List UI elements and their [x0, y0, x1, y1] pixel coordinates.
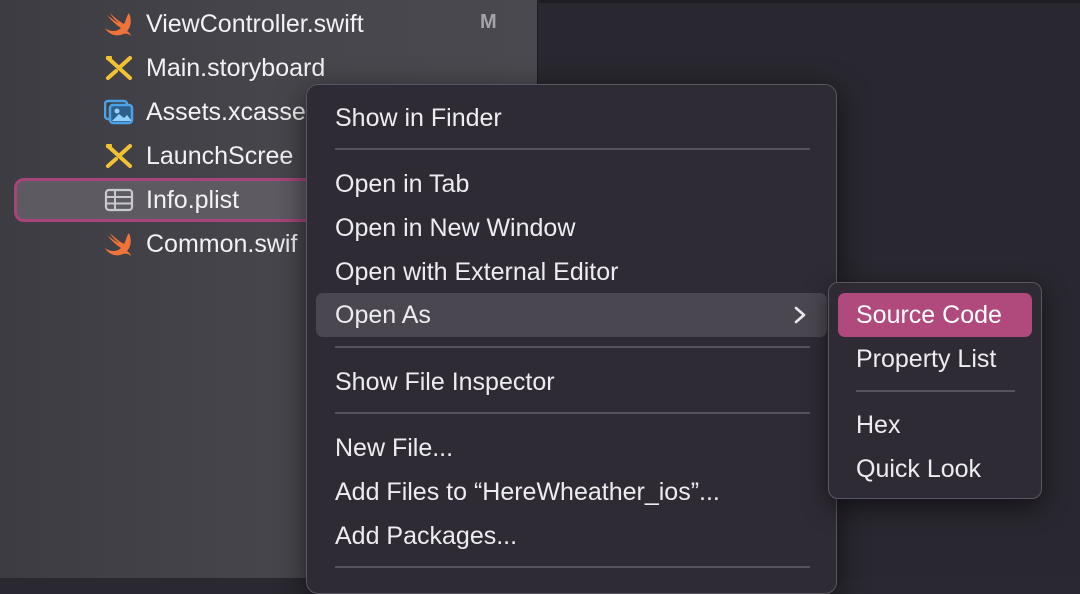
menu-separator [335, 566, 810, 568]
submenu-separator [856, 390, 1015, 392]
file-name: Assets.xcasse [146, 98, 306, 126]
menu-item-show-file-inspector[interactable]: Show File Inspector [316, 360, 827, 404]
menu-item-new-file[interactable]: New File... [316, 426, 827, 470]
menu-item-add-packages[interactable]: Add Packages... [316, 514, 827, 558]
file-name: Main.storyboard [146, 54, 326, 82]
menu-item-label: Open with External Editor [335, 258, 619, 286]
submenu-item-label: Source Code [856, 301, 1002, 329]
menu-item-label: Show File Inspector [335, 368, 555, 396]
menu-separator [335, 148, 810, 150]
menu-item-label: Open in Tab [335, 170, 470, 198]
file-name: Common.swif [146, 230, 298, 258]
asset-catalog-icon [104, 99, 134, 125]
swift-file-icon [105, 13, 131, 36]
menu-item-open-in-new-window[interactable]: Open in New Window [316, 206, 827, 250]
menu-item-label: Add Files to “HereWheather_ios”... [335, 478, 720, 506]
file-name: ViewController.swift [146, 10, 364, 38]
plist-file-icon [104, 188, 134, 212]
menu-item-add-files[interactable]: Add Files to “HereWheather_ios”... [316, 470, 827, 514]
file-name: Info.plist [146, 186, 240, 214]
chevron-right-icon [794, 306, 806, 324]
submenu-item-source-code[interactable]: Source Code [838, 293, 1032, 337]
menu-item-open-in-tab[interactable]: Open in Tab [316, 162, 827, 206]
storyboard-file-icon [106, 144, 132, 168]
submenu-item-label: Quick Look [856, 455, 982, 483]
submenu-item-property-list[interactable]: Property List [838, 337, 1032, 381]
menu-item-label: Add Packages... [335, 522, 518, 550]
menu-separator [335, 412, 810, 414]
file-row-viewcontroller[interactable]: ViewController.swift M [14, 2, 534, 46]
menu-item-open-as[interactable]: Open As [316, 293, 827, 337]
menu-separator [335, 346, 810, 348]
menu-item-open-with-external-editor[interactable]: Open with External Editor [316, 250, 827, 294]
menu-item-label: Open As [335, 301, 431, 329]
file-name: LaunchScree [146, 142, 294, 170]
submenu-item-label: Hex [856, 411, 901, 439]
storyboard-file-icon [106, 56, 132, 80]
scm-modified-badge: M [480, 11, 497, 33]
menu-item-show-in-finder[interactable]: Show in Finder [316, 96, 827, 140]
context-menu: Show in Finder Open in Tab Open in New W… [306, 84, 837, 594]
submenu-item-label: Property List [856, 345, 997, 373]
menu-item-label: New File... [335, 434, 454, 462]
submenu-item-quick-look[interactable]: Quick Look [838, 447, 1032, 491]
swift-file-icon [105, 233, 131, 256]
menu-item-label: Open in New Window [335, 214, 576, 242]
menu-item-label: Show in Finder [335, 104, 502, 132]
open-as-submenu: Source Code Property List Hex Quick Look [828, 282, 1042, 499]
submenu-item-hex[interactable]: Hex [838, 403, 1032, 447]
editor-top-bar [539, 0, 1080, 3]
